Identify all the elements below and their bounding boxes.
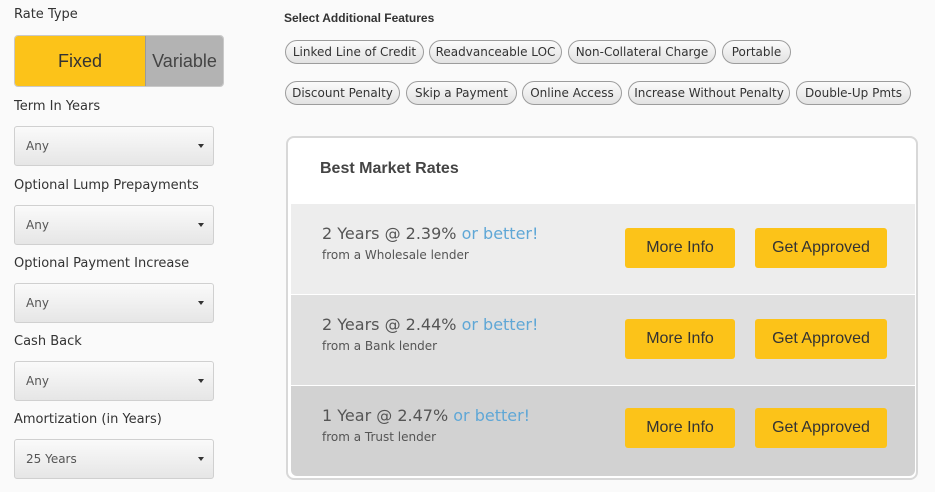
rate-text: 2 Years @ 2.44% or better! <box>322 315 538 334</box>
lump-prepayments-label: Optional Lump Prepayments <box>14 178 199 193</box>
best-rates-panel: Best Market Rates 2 Years @ 2.39% or bet… <box>286 136 918 480</box>
rate-type-variable-option[interactable]: Variable <box>145 36 223 86</box>
cash-back-label: Cash Back <box>14 334 82 349</box>
chevron-down-icon <box>198 457 204 461</box>
term-label: Term In Years <box>14 99 101 114</box>
feature-chip-readvanceable-loc[interactable]: Readvanceable LOC <box>429 40 562 64</box>
more-info-button[interactable]: More Info <box>625 408 735 448</box>
cash-back-select-value: Any <box>26 374 49 388</box>
chevron-down-icon <box>198 379 204 383</box>
lump-prepayments-select-value: Any <box>26 218 49 232</box>
rate-row: 2 Years @ 2.39% or better! from a Wholes… <box>291 204 915 294</box>
more-info-button[interactable]: More Info <box>625 319 735 359</box>
rate-value: 1 Year @ 2.47% <box>322 406 449 425</box>
feature-chip-online-access[interactable]: Online Access <box>522 81 622 105</box>
features-title: Select Additional Features <box>284 11 435 25</box>
rate-source: from a Wholesale lender <box>322 248 469 262</box>
chevron-down-icon <box>198 223 204 227</box>
feature-chip-double-up[interactable]: Double-Up Pmts <box>796 81 911 105</box>
rate-value: 2 Years @ 2.39% <box>322 224 457 243</box>
rate-source: from a Trust lender <box>322 430 437 444</box>
rate-value: 2 Years @ 2.44% <box>322 315 457 334</box>
or-better-link[interactable]: or better! <box>453 406 530 425</box>
feature-chip-non-collateral[interactable]: Non-Collateral Charge <box>568 40 716 64</box>
rate-text: 1 Year @ 2.47% or better! <box>322 406 530 425</box>
payment-increase-label: Optional Payment Increase <box>14 256 190 271</box>
or-better-link[interactable]: or better! <box>462 224 539 243</box>
rate-type-toggle: Fixed Variable <box>14 35 224 87</box>
feature-chip-increase-without-penalty[interactable]: Increase Without Penalty <box>628 81 790 105</box>
payment-increase-select[interactable]: Any <box>14 283 214 323</box>
rate-type-label: Rate Type <box>14 7 78 22</box>
rate-row: 1 Year @ 2.47% or better! from a Trust l… <box>291 386 915 476</box>
lump-prepayments-select[interactable]: Any <box>14 205 214 245</box>
amortization-label: Amortization (in Years) <box>14 412 162 427</box>
rate-text: 2 Years @ 2.39% or better! <box>322 224 538 243</box>
term-select[interactable]: Any <box>14 126 214 166</box>
get-approved-button[interactable]: Get Approved <box>755 228 887 268</box>
term-select-value: Any <box>26 139 49 153</box>
rate-type-fixed-option[interactable]: Fixed <box>15 36 145 86</box>
rate-source: from a Bank lender <box>322 339 438 353</box>
cash-back-select[interactable]: Any <box>14 361 214 401</box>
get-approved-button[interactable]: Get Approved <box>755 319 887 359</box>
amortization-select-value: 25 Years <box>26 452 77 466</box>
chevron-down-icon <box>198 144 204 148</box>
amortization-select[interactable]: 25 Years <box>14 439 214 479</box>
get-approved-button[interactable]: Get Approved <box>755 408 887 448</box>
rate-row: 2 Years @ 2.44% or better! from a Bank l… <box>291 295 915 385</box>
best-rates-title: Best Market Rates <box>320 160 459 177</box>
feature-chip-linked-loc[interactable]: Linked Line of Credit <box>285 40 424 64</box>
or-better-link[interactable]: or better! <box>462 315 539 334</box>
more-info-button[interactable]: More Info <box>625 228 735 268</box>
feature-chip-skip-payment[interactable]: Skip a Payment <box>406 81 517 105</box>
feature-chip-discount-penalty[interactable]: Discount Penalty <box>285 81 400 105</box>
chevron-down-icon <box>198 301 204 305</box>
payment-increase-select-value: Any <box>26 296 49 310</box>
feature-chip-portable[interactable]: Portable <box>722 40 791 64</box>
